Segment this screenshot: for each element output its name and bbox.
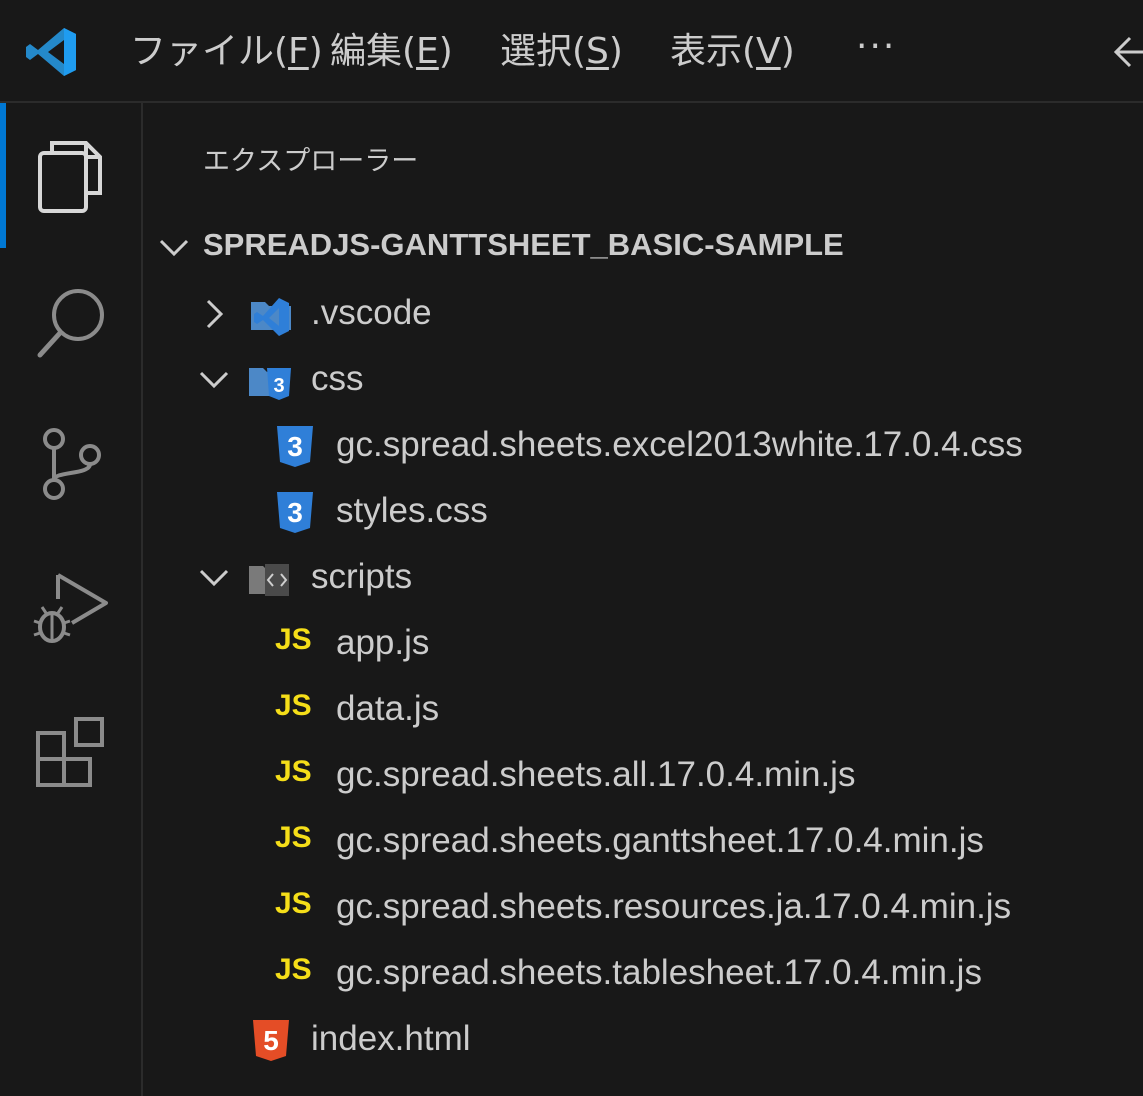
- tree-item-css-file[interactable]: 3 gc.spread.sheets.excel2013white.17.0.4…: [143, 412, 1143, 478]
- menu-file[interactable]: ファイル(F): [130, 28, 323, 76]
- source-control-icon[interactable]: [32, 425, 112, 505]
- tree-item-scripts-folder[interactable]: scripts: [143, 544, 1143, 610]
- js-file-icon: JS: [275, 689, 312, 722]
- js-file-icon: JS: [275, 755, 312, 788]
- workspace-root-row[interactable]: SPREADJS-GANTTSHEET_BASIC-SAMPLE: [143, 213, 1143, 279]
- active-indicator: [0, 103, 6, 248]
- tree-item-label: gc.spread.sheets.ganttsheet.17.0.4.min.j…: [336, 821, 984, 860]
- workspace-root-label: SPREADJS-GANTTSHEET_BASIC-SAMPLE: [203, 227, 844, 262]
- explorer-title: エクスプローラー: [203, 146, 419, 177]
- js-file-icon: JS: [275, 953, 312, 986]
- vscode-folder-icon: [251, 298, 291, 336]
- svg-text:3: 3: [287, 497, 303, 528]
- tree-item-js-file[interactable]: JS data.js: [143, 676, 1143, 742]
- css3-icon: 3: [277, 492, 313, 533]
- js-file-icon: JS: [275, 887, 312, 920]
- menu-selection[interactable]: 選択(S): [500, 28, 623, 76]
- js-file-icon: JS: [275, 821, 312, 854]
- tree-item-label: app.js: [336, 623, 430, 662]
- menu-more-button[interactable]: ···: [856, 26, 896, 67]
- svg-text:3: 3: [287, 431, 303, 462]
- tree-item-vscode-folder[interactable]: .vscode: [143, 280, 1143, 346]
- tree-item-label: .vscode: [311, 293, 432, 332]
- run-debug-icon[interactable]: [32, 569, 112, 649]
- tree-item-js-file[interactable]: JS gc.spread.sheets.all.17.0.4.min.js: [143, 742, 1143, 808]
- tree-item-label: css: [311, 359, 364, 398]
- svg-text:5: 5: [263, 1025, 279, 1056]
- scripts-folder-icon: [249, 564, 289, 596]
- tree-item-label: gc.spread.sheets.resources.ja.17.0.4.min…: [336, 887, 1012, 926]
- tree-item-label: gc.spread.sheets.tablesheet.17.0.4.min.j…: [336, 953, 982, 992]
- menu-view[interactable]: 表示(V): [670, 28, 795, 76]
- js-file-icon: JS: [275, 623, 312, 656]
- chevron-down-icon[interactable]: [197, 561, 231, 595]
- tree-item-label: data.js: [336, 689, 440, 728]
- vscode-logo-icon[interactable]: [24, 24, 80, 80]
- chevron-down-icon[interactable]: [197, 363, 231, 397]
- search-icon[interactable]: [32, 285, 112, 365]
- tree-item-js-file[interactable]: JS app.js: [143, 610, 1143, 676]
- extensions-icon[interactable]: [32, 713, 112, 793]
- tree-item-js-file[interactable]: JS gc.spread.sheets.resources.ja.17.0.4.…: [143, 874, 1143, 940]
- tree-item-label: gc.spread.sheets.excel2013white.17.0.4.c…: [336, 425, 1023, 464]
- menu-edit[interactable]: 編集(E): [330, 28, 453, 76]
- tree-item-html-file[interactable]: 5 index.html: [143, 1006, 1143, 1072]
- explorer-files-icon[interactable]: [32, 135, 112, 215]
- chevron-down-icon[interactable]: [157, 231, 191, 265]
- tree-item-label: index.html: [311, 1019, 471, 1058]
- tree-item-css-folder[interactable]: 3 css: [143, 346, 1143, 412]
- css3-icon: 3: [277, 426, 313, 467]
- explorer-sidebar: エクスプローラー SPREADJS-GANTTSHEET_BASIC-SAMPL…: [143, 103, 1143, 1096]
- svg-text:3: 3: [273, 375, 284, 397]
- html5-icon: 5: [253, 1020, 289, 1061]
- arrow-left-icon[interactable]: [1110, 30, 1143, 74]
- css-folder-icon: 3: [249, 368, 291, 400]
- title-bar: ファイル(F) 編集(E) 選択(S) 表示(V) ···: [0, 0, 1143, 103]
- tree-item-label: scripts: [311, 557, 413, 596]
- activity-bar: [0, 103, 143, 1096]
- tree-item-label: gc.spread.sheets.all.17.0.4.min.js: [336, 755, 856, 794]
- tree-item-js-file[interactable]: JS gc.spread.sheets.ganttsheet.17.0.4.mi…: [143, 808, 1143, 874]
- chevron-right-icon[interactable]: [197, 297, 231, 331]
- tree-item-js-file[interactable]: JS gc.spread.sheets.tablesheet.17.0.4.mi…: [143, 940, 1143, 1006]
- tree-item-label: styles.css: [336, 491, 488, 530]
- tree-item-css-file[interactable]: 3 styles.css: [143, 478, 1143, 544]
